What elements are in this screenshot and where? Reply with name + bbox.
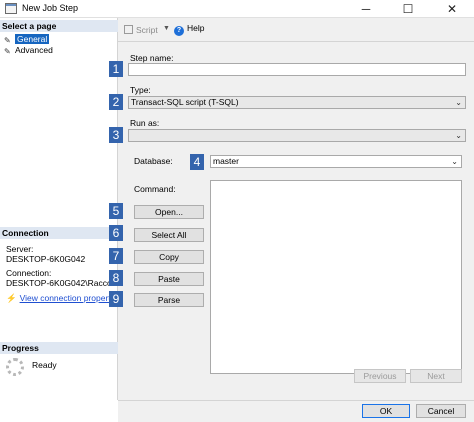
progress-spinner-icon: [6, 358, 24, 376]
next-button[interactable]: Next: [410, 369, 462, 383]
window-title: New Job Step: [22, 3, 79, 13]
callout-marker: 9: [109, 291, 123, 307]
script-icon: [124, 25, 133, 34]
chevron-down-icon: ⌄: [455, 98, 462, 107]
select-page-header: Select a page: [0, 20, 118, 32]
connection-value: DESKTOP-6K0G042\Raccoon: [6, 278, 122, 288]
callout-marker: 4: [190, 154, 204, 170]
wrench-icon: ✎: [4, 47, 11, 56]
select-all-button[interactable]: Select All: [134, 228, 204, 242]
callout-marker: 6: [109, 225, 123, 241]
left-pane: Select a page ✎ General ✎ Advanced Conne…: [0, 18, 122, 400]
chevron-down-icon: ⌄: [455, 131, 462, 140]
page-advanced-label: Advanced: [15, 45, 53, 55]
callout-marker: 5: [109, 203, 123, 219]
main-pane: Script ▼ ? Help Step name: Type: Transact…: [118, 18, 474, 400]
connection-header: Connection: [0, 227, 118, 239]
script-dropdown-arrow-icon[interactable]: ▼: [163, 25, 170, 32]
title-bar: New Job Step ─ ☐ ✕: [0, 0, 474, 18]
callout-marker: 7: [109, 248, 123, 264]
help-button[interactable]: ? Help: [174, 23, 204, 36]
page-general-label: General: [15, 34, 50, 44]
page-advanced[interactable]: ✎ Advanced: [3, 45, 53, 56]
callout-marker: 3: [109, 127, 123, 143]
copy-button[interactable]: Copy: [134, 250, 204, 264]
parse-button[interactable]: Parse: [134, 293, 204, 307]
command-label: Command:: [134, 184, 176, 194]
cancel-button[interactable]: Cancel: [416, 404, 466, 418]
callout-marker: 8: [109, 270, 123, 286]
database-value: master: [213, 156, 239, 166]
plug-icon: ⚡: [6, 293, 17, 303]
page-general[interactable]: ✎ General: [3, 34, 50, 45]
dialog-footer: OK Cancel: [118, 400, 474, 422]
server-label: Server:: [6, 244, 34, 254]
database-select[interactable]: master ⌄: [210, 155, 462, 168]
database-label: Database:: [134, 156, 173, 166]
script-button[interactable]: Script: [124, 25, 158, 35]
open-button[interactable]: Open...: [134, 205, 204, 219]
progress-header: Progress: [0, 342, 118, 354]
run-as-select[interactable]: ⌄: [128, 129, 466, 142]
callout-marker: 2: [109, 94, 123, 110]
command-textarea[interactable]: [210, 180, 462, 374]
type-select[interactable]: Transact-SQL script (T-SQL) ⌄: [128, 96, 466, 109]
previous-button[interactable]: Previous: [354, 369, 406, 383]
help-label: Help: [187, 23, 205, 33]
ok-button[interactable]: OK: [362, 404, 410, 418]
view-connection-properties-label: View connection properties: [19, 293, 122, 303]
help-icon: ?: [174, 26, 184, 36]
server-value: DESKTOP-6K0G042: [6, 254, 86, 264]
minimize-button[interactable]: ─: [344, 0, 388, 18]
type-value: Transact-SQL script (T-SQL): [131, 97, 239, 107]
maximize-button[interactable]: ☐: [386, 0, 430, 18]
script-label: Script: [136, 25, 158, 35]
paste-button[interactable]: Paste: [134, 272, 204, 286]
chevron-down-icon: ⌄: [451, 157, 458, 166]
run-as-label: Run as:: [130, 118, 160, 128]
type-label: Type:: [130, 85, 151, 95]
step-name-label: Step name:: [130, 53, 174, 63]
progress-status: Ready: [32, 360, 57, 370]
view-connection-properties-link[interactable]: ⚡ View connection properties: [6, 293, 122, 304]
connection-label: Connection:: [6, 268, 52, 278]
callout-marker: 1: [109, 61, 123, 77]
close-button[interactable]: ✕: [430, 0, 474, 18]
step-name-input[interactable]: [128, 63, 466, 76]
window-icon: [5, 3, 17, 14]
toolbar: Script ▼ ? Help: [118, 18, 474, 42]
